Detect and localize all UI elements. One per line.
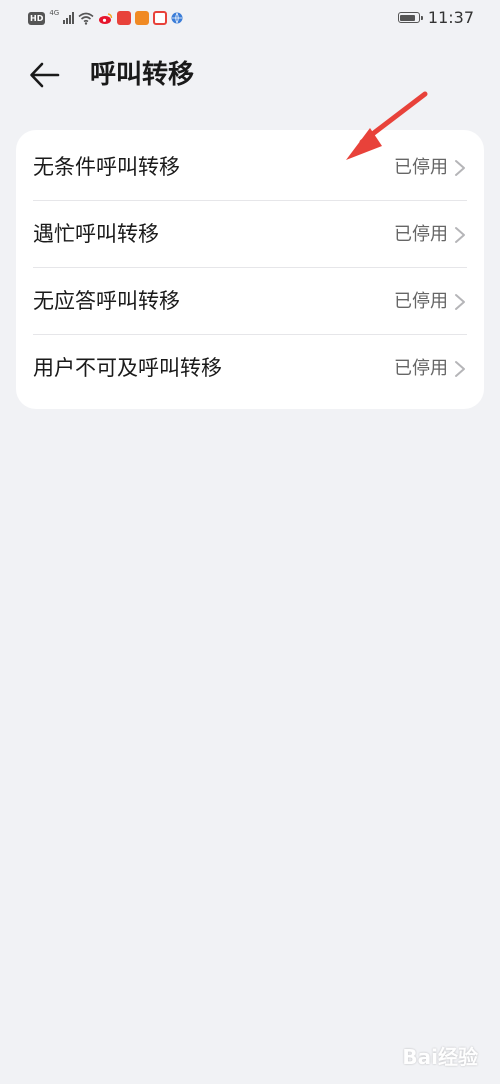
chevron-right-icon <box>455 361 465 377</box>
back-button[interactable] <box>28 58 68 92</box>
battery-icon <box>397 12 423 23</box>
status-right: 11:37 <box>397 8 474 27</box>
chevron-right-icon <box>455 294 465 310</box>
list-item-status: 已停用 <box>394 291 448 312</box>
red-outline-app-icon <box>153 11 168 25</box>
app-header: 呼叫转移 <box>0 50 500 100</box>
chevron-right-icon <box>455 160 465 176</box>
list-item-label: 无应答呼叫转移 <box>33 289 180 313</box>
status-icons: HD 4G <box>28 9 183 27</box>
chevron-right-icon <box>455 227 465 243</box>
list-item-label: 遇忙呼叫转移 <box>33 222 159 246</box>
clock-time: 11:37 <box>427 8 474 27</box>
list-item-unconditional-forwarding[interactable]: 无条件呼叫转移 已停用 <box>16 134 484 201</box>
orange-app-icon <box>135 11 150 25</box>
call-forwarding-list: 无条件呼叫转移 已停用 遇忙呼叫转移 已停用 无应答呼叫转移 已停用 用户不可及… <box>16 130 484 409</box>
list-item-status: 已停用 <box>394 358 448 379</box>
hd-badge: HD <box>28 11 46 25</box>
weibo-icon <box>99 12 113 24</box>
arrow-left-icon <box>30 62 60 88</box>
list-item-status: 已停用 <box>394 224 448 245</box>
list-item-unreachable-forwarding[interactable]: 用户不可及呼叫转移 已停用 <box>16 335 484 402</box>
red-app-icon <box>117 11 132 25</box>
page-title: 呼叫转移 <box>90 60 195 90</box>
globe-app-icon <box>171 12 183 24</box>
network-type-label: 4G <box>49 9 60 17</box>
wifi-icon <box>78 12 94 25</box>
cellular-signal-icon <box>63 12 75 24</box>
list-item-label: 无条件呼叫转移 <box>33 155 180 179</box>
status-bar: HD 4G 11:37 <box>0 0 500 36</box>
baidu-jingyan-watermark: Bai经验 <box>402 1045 478 1069</box>
list-item-busy-forwarding[interactable]: 遇忙呼叫转移 已停用 <box>16 201 484 268</box>
list-item-no-answer-forwarding[interactable]: 无应答呼叫转移 已停用 <box>16 268 484 335</box>
list-item-label: 用户不可及呼叫转移 <box>33 356 222 380</box>
list-item-status: 已停用 <box>394 157 448 178</box>
